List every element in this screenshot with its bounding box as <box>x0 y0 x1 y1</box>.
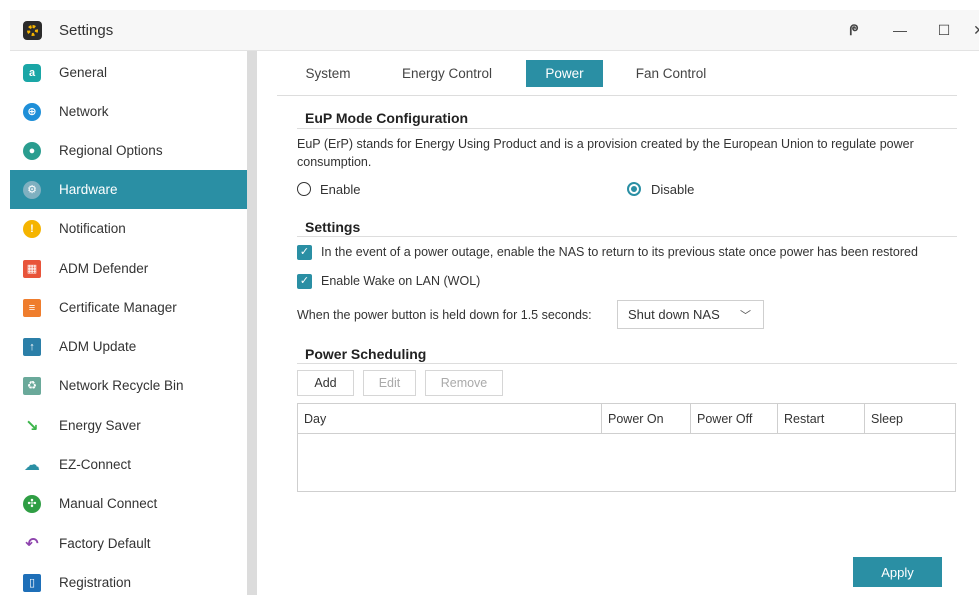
chevron-down-icon: ﹀ <box>740 310 751 322</box>
sidebar-item-registration[interactable]: ▯ Registration <box>10 563 247 595</box>
divider <box>297 236 957 237</box>
tab-energy-control[interactable]: Energy Control <box>391 60 503 87</box>
sidebar-item-factory-default[interactable]: ↶ Factory Default <box>10 524 247 563</box>
power-button-value: Shut down NAS <box>628 307 720 322</box>
globe-icon: ⊕ <box>23 102 41 121</box>
cloud-upload-icon: ☁ <box>24 456 40 474</box>
pin-icon[interactable]: ᖘ <box>840 18 868 42</box>
schedule-table: Day Power On Power Off Restart Sleep <box>297 403 956 492</box>
sidebar-item-label: Factory Default <box>59 536 151 551</box>
tab-power[interactable]: Power <box>526 60 603 87</box>
title-bar: Settings ᖘ — ☐ ✕ <box>10 10 979 51</box>
undo-icon: ↶ <box>25 535 39 553</box>
sidebar-item-label: Network Recycle Bin <box>59 378 184 393</box>
sidebar-item-general[interactable]: a General <box>10 53 247 92</box>
sidebar-item-label: Hardware <box>59 182 118 197</box>
eup-disable-label: Disable <box>651 182 695 197</box>
hardware-icon: ⚙ <box>23 180 41 199</box>
maximize-icon[interactable]: ☐ <box>930 18 958 42</box>
sidebar-item-energy-saver[interactable]: ↘ Energy Saver <box>10 406 247 445</box>
sidebar-item-label: Notification <box>59 221 126 236</box>
close-icon[interactable]: ✕ <box>965 18 979 42</box>
column-header-restart[interactable]: Restart <box>778 404 865 434</box>
column-header-sleep[interactable]: Sleep <box>865 404 955 434</box>
certificate-icon: ≡ <box>23 298 41 317</box>
sidebar-item-label: Network <box>59 104 109 119</box>
sidebar-item-manual-connect[interactable]: ✣ Manual Connect <box>10 484 247 523</box>
sidebar-item-label: Regional Options <box>59 143 163 158</box>
eup-description: EuP (ErP) stands for Energy Using Produc… <box>297 137 914 169</box>
wol-checkbox[interactable]: ✓ <box>297 274 312 289</box>
alert-icon: ! <box>23 219 41 238</box>
connect-icon: ✣ <box>23 494 41 513</box>
column-header-day[interactable]: Day <box>298 404 602 434</box>
sidebar-item-hardware[interactable]: ⚙ Hardware <box>10 170 247 209</box>
power-button-select[interactable]: Shut down NAS ﹀ <box>617 300 764 329</box>
sidebar: a General ⊕ Network ● Regional Options ⚙… <box>10 51 247 595</box>
power-button-label: When the power button is held down for 1… <box>297 308 592 322</box>
sidebar-item-label: Registration <box>59 575 132 590</box>
sidebar-item-adm-update[interactable]: ↑ ADM Update <box>10 327 247 366</box>
sidebar-item-network[interactable]: ⊕ Network <box>10 92 247 131</box>
sidebar-item-label: Manual Connect <box>59 496 158 511</box>
sidebar-item-label: Certificate Manager <box>59 300 177 315</box>
firewall-icon: ▦ <box>23 259 41 278</box>
minimize-icon[interactable]: — <box>886 18 914 42</box>
sidebar-item-ez-connect[interactable]: ☁ EZ-Connect <box>10 445 247 484</box>
sidebar-scrollbar[interactable] <box>247 51 257 595</box>
eup-disable-radio[interactable] <box>627 182 641 196</box>
sidebar-item-adm-defender[interactable]: ▦ ADM Defender <box>10 249 247 288</box>
location-icon: ● <box>23 141 41 160</box>
remove-button[interactable]: Remove <box>425 370 503 396</box>
sidebar-item-label: ADM Update <box>59 339 137 354</box>
apply-button[interactable]: Apply <box>853 557 942 587</box>
sidebar-item-label: EZ-Connect <box>59 457 132 472</box>
eup-enable-label: Enable <box>320 182 361 197</box>
general-icon: a <box>23 63 41 82</box>
sidebar-item-label: General <box>59 65 108 80</box>
wol-label: Enable Wake on LAN (WOL) <box>321 274 481 288</box>
edit-button[interactable]: Edit <box>363 370 416 396</box>
update-icon: ↑ <box>23 337 41 356</box>
sidebar-item-network-recycle-bin[interactable]: ♻ Network Recycle Bin <box>10 366 247 405</box>
power-restore-checkbox[interactable]: ✓ <box>297 245 312 260</box>
column-header-power-on[interactable]: Power On <box>602 404 691 434</box>
divider <box>297 363 957 364</box>
divider <box>297 128 957 129</box>
settings-section-title: Settings <box>305 219 361 235</box>
registration-icon: ▯ <box>23 573 41 592</box>
tab-bar: System Energy Control Power Fan Control <box>277 60 957 96</box>
eup-section-title: EuP Mode Configuration <box>305 110 469 126</box>
settings-app-icon <box>23 21 42 40</box>
sidebar-item-notification[interactable]: ! Notification <box>10 209 247 248</box>
main-panel: System Energy Control Power Fan Control … <box>257 51 979 595</box>
add-button[interactable]: Add <box>297 370 354 396</box>
energy-icon: ↘ <box>25 417 39 435</box>
sidebar-item-regional-options[interactable]: ● Regional Options <box>10 131 247 170</box>
tab-fan-control[interactable]: Fan Control <box>627 60 715 87</box>
power-scheduling-title: Power Scheduling <box>305 346 427 362</box>
column-header-power-off[interactable]: Power Off <box>691 404 778 434</box>
recycle-bin-icon: ♻ <box>23 376 41 395</box>
sidebar-item-label: ADM Defender <box>59 261 149 276</box>
eup-enable-radio[interactable] <box>297 182 311 196</box>
power-restore-label: In the event of a power outage, enable t… <box>321 245 918 259</box>
sidebar-item-label: Energy Saver <box>59 418 141 433</box>
tab-system[interactable]: System <box>295 60 361 87</box>
window-title: Settings <box>59 22 114 39</box>
sidebar-item-certificate-manager[interactable]: ≡ Certificate Manager <box>10 288 247 327</box>
table-header-row: Day Power On Power Off Restart Sleep <box>298 404 955 434</box>
